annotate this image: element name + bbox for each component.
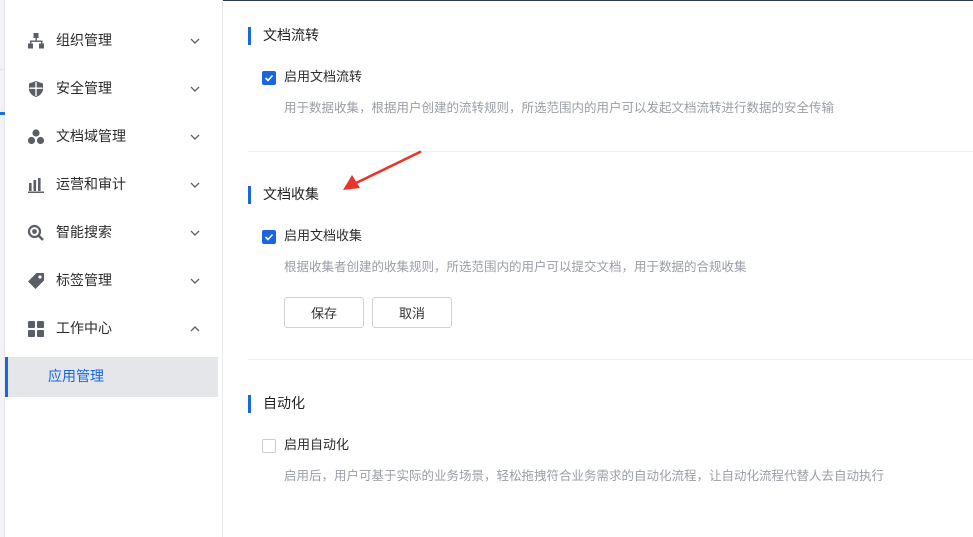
shield-icon bbox=[29, 81, 43, 97]
sidebar-item-smart-search[interactable]: 智能搜索 bbox=[5, 213, 218, 253]
enable-doc-collect-checkbox[interactable]: 启用文档收集 bbox=[262, 229, 362, 245]
section-title-doc-collect: 文档收集 bbox=[248, 186, 319, 204]
section-title-automation: 自动化 bbox=[248, 395, 305, 413]
chevron-down-icon bbox=[190, 38, 200, 44]
search-icon bbox=[27, 224, 44, 241]
enable-doc-flow-checkbox[interactable]: 启用文档流转 bbox=[262, 70, 362, 86]
bar-chart-icon bbox=[28, 178, 44, 193]
chevron-up-icon bbox=[190, 326, 200, 332]
sidebar-subitem-app-management[interactable]: 应用管理 bbox=[5, 357, 218, 397]
sidebar-item-label: 安全管理 bbox=[56, 81, 112, 97]
enable-automation-checkbox[interactable]: 启用自动化 bbox=[262, 438, 349, 454]
header-border bbox=[223, 0, 973, 1]
sidebar-item-label: 标签管理 bbox=[56, 273, 112, 289]
sidebar-item-doc-domain[interactable]: 文档域管理 bbox=[5, 117, 218, 157]
tag-icon bbox=[28, 273, 44, 289]
save-button[interactable]: 保存 bbox=[284, 297, 364, 328]
chevron-down-icon bbox=[190, 134, 200, 140]
grid-icon bbox=[28, 321, 44, 337]
checkbox-unchecked-icon[interactable] bbox=[262, 439, 276, 453]
checkbox-label: 启用自动化 bbox=[284, 438, 350, 453]
domain-cluster-icon bbox=[27, 129, 45, 145]
annotation-arrow-icon bbox=[343, 150, 422, 190]
sidebar-item-work-center[interactable]: 工作中心 bbox=[5, 309, 218, 349]
section-description: 根据收集者创建的收集规则，所选范围内的用户可以提交文档，用于数据的合规收集 bbox=[284, 259, 747, 274]
chevron-down-icon bbox=[190, 182, 200, 188]
sidebar-item-ops-audit[interactable]: 运营和审计 bbox=[5, 165, 218, 205]
chevron-down-icon bbox=[190, 86, 200, 92]
section-divider bbox=[248, 359, 973, 360]
section-title-doc-flow: 文档流转 bbox=[248, 27, 319, 45]
sidebar-item-label: 文档域管理 bbox=[56, 129, 126, 145]
sidebar-item-security[interactable]: 安全管理 bbox=[5, 69, 218, 109]
sidebar: 组织管理 安全管理 文档域管理 运营和审计 智能搜索 标签管理 工作中心 应用管… bbox=[5, 0, 223, 537]
checkbox-label: 启用文档收集 bbox=[284, 229, 363, 244]
section-description: 启用后，用户可基于实际的业务场景，轻松拖拽符合业务需求的自动化流程，让自动化流程… bbox=[284, 468, 885, 483]
sidebar-item-label: 组织管理 bbox=[56, 33, 112, 49]
active-indicator bbox=[5, 357, 8, 397]
cancel-button[interactable]: 取消 bbox=[372, 297, 452, 328]
section-description: 用于数据收集，根据用户创建的流转规则，所选范围内的用户可以发起文档流转进行数据的… bbox=[284, 100, 835, 115]
sidebar-subitem-label: 应用管理 bbox=[48, 369, 104, 385]
checkbox-label: 启用文档流转 bbox=[284, 70, 363, 85]
sidebar-item-label: 运营和审计 bbox=[56, 177, 126, 193]
sidebar-item-label: 工作中心 bbox=[56, 321, 112, 337]
chevron-down-icon bbox=[190, 278, 200, 284]
org-tree-icon bbox=[28, 33, 44, 49]
checkbox-checked-icon[interactable] bbox=[262, 71, 276, 85]
chevron-down-icon bbox=[190, 230, 200, 236]
checkbox-checked-icon[interactable] bbox=[262, 230, 276, 244]
sidebar-item-org[interactable]: 组织管理 bbox=[5, 21, 218, 61]
sidebar-item-tags[interactable]: 标签管理 bbox=[5, 261, 218, 301]
sidebar-item-label: 智能搜索 bbox=[56, 225, 112, 241]
